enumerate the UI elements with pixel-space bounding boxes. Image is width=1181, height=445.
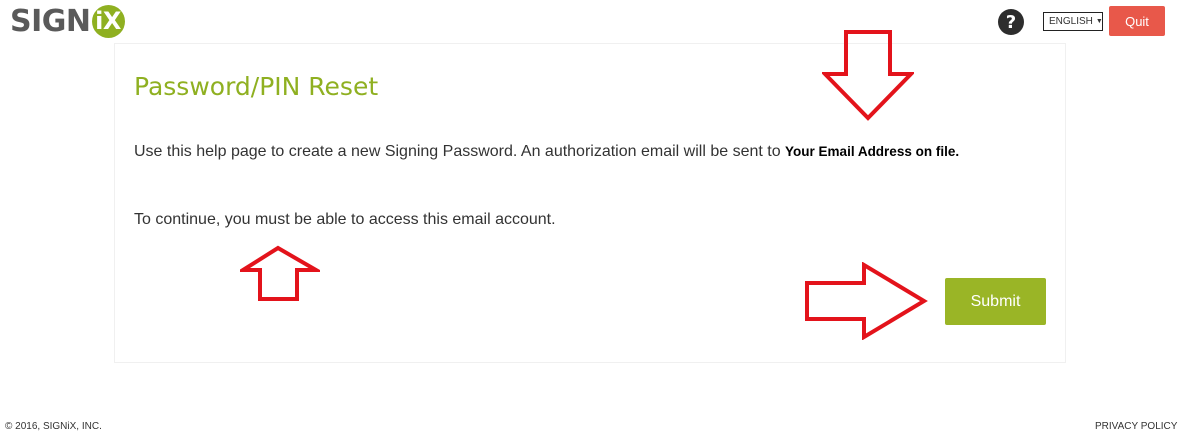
arrow-right-icon <box>805 262 928 340</box>
logo-badge: iX <box>91 4 125 38</box>
quit-button[interactable]: Quit <box>1109 6 1165 36</box>
language-select[interactable]: ENGLISH ▼ <box>1043 12 1103 31</box>
language-value: ENGLISH <box>1049 16 1093 27</box>
help-icon[interactable]: ? <box>998 9 1024 35</box>
chevron-down-icon: ▼ <box>1095 18 1103 25</box>
arrow-down-icon <box>822 30 914 121</box>
intro-body: Use this help page to create a new Signi… <box>134 143 781 160</box>
logo-text: SIGN <box>10 3 91 39</box>
submit-button[interactable]: Submit <box>945 278 1046 325</box>
help-label: ? <box>1005 11 1017 33</box>
intro-text: Use this help page to create a new Signi… <box>134 143 959 161</box>
privacy-policy-link[interactable]: PRIVACY POLICY <box>1095 421 1177 432</box>
arrow-up-icon <box>240 245 320 301</box>
page-title: Password/PIN Reset <box>134 72 379 101</box>
signix-logo: SIGN iX <box>10 3 125 39</box>
intro-email: Your Email Address on file. <box>785 144 960 159</box>
copyright-text: © 2016, SIGNiX, INC. <box>5 421 102 432</box>
continue-text: To continue, you must be able to access … <box>134 211 556 228</box>
